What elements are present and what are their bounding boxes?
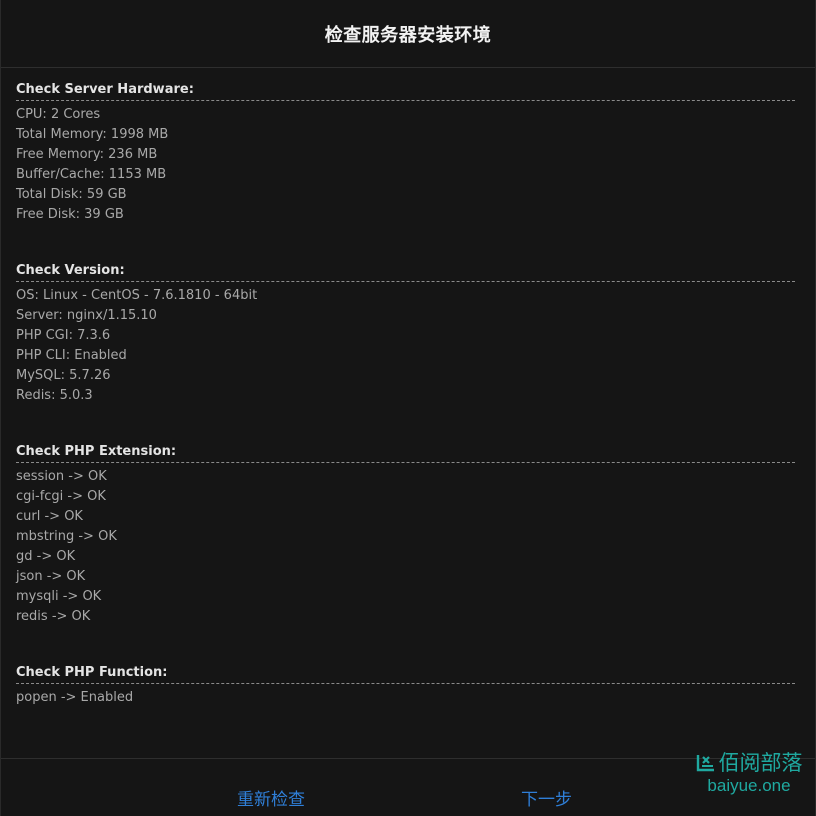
watermark-brand-row: 佰阅部落 bbox=[693, 750, 805, 776]
watermark-logo-icon bbox=[696, 755, 714, 772]
section-title: Check Version: bbox=[16, 263, 795, 282]
recheck-button[interactable]: 重新检查 bbox=[237, 785, 305, 810]
section-php-extension: Check PHP Extension: session -> OK cgi-f… bbox=[16, 444, 800, 627]
check-line: Redis: 5.0.3 bbox=[16, 388, 93, 403]
check-line: Server: nginx/1.15.10 bbox=[16, 308, 157, 323]
check-line: MySQL: 5.7.26 bbox=[16, 368, 111, 383]
watermark-brand: 佰阅部落 bbox=[718, 751, 803, 775]
check-line: Total Memory: 1998 MB bbox=[16, 127, 169, 142]
section-title: Check Server Hardware: bbox=[16, 82, 795, 101]
check-line: mysqli -> OK bbox=[16, 589, 102, 604]
check-line: curl -> OK bbox=[16, 509, 83, 524]
check-line: Total Disk: 59 GB bbox=[16, 187, 127, 202]
check-line: CPU: 2 Cores bbox=[16, 107, 101, 122]
check-line: cgi-fcgi -> OK bbox=[16, 489, 106, 504]
check-line: popen -> Enabled bbox=[16, 690, 134, 705]
section-php-function: Check PHP Function: popen -> Enabled bbox=[16, 665, 800, 708]
check-line: json -> OK bbox=[16, 569, 86, 584]
check-line: Free Disk: 39 GB bbox=[16, 207, 124, 222]
install-check-dialog: 检查服务器安装环境 Check Server Hardware: CPU: 2 … bbox=[0, 0, 816, 816]
section-title: Check PHP Function: bbox=[16, 665, 795, 684]
check-content: Check Server Hardware: CPU: 2 Cores Tota… bbox=[1, 68, 815, 758]
check-line: PHP CLI: Enabled bbox=[16, 348, 127, 363]
check-line: mbstring -> OK bbox=[16, 529, 117, 544]
next-step-button[interactable]: 下一步 bbox=[521, 785, 572, 810]
check-line: session -> OK bbox=[16, 469, 107, 484]
dialog-header: 检查服务器安装环境 bbox=[1, 0, 815, 68]
check-line: Buffer/Cache: 1153 MB bbox=[16, 167, 167, 182]
watermark: 佰阅部落 baiyue.one bbox=[693, 750, 805, 796]
check-line: Free Memory: 236 MB bbox=[16, 147, 158, 162]
watermark-url: baiyue.one bbox=[707, 776, 791, 795]
section-version: Check Version: OS: Linux - CentOS - 7.6.… bbox=[16, 263, 800, 406]
check-line: PHP CGI: 7.3.6 bbox=[16, 328, 111, 343]
section-hardware: Check Server Hardware: CPU: 2 Cores Tota… bbox=[16, 82, 800, 225]
check-line: OS: Linux - CentOS - 7.6.1810 - 64bit bbox=[16, 288, 258, 303]
check-line: gd -> OK bbox=[16, 549, 76, 564]
dialog-title: 检查服务器安装环境 bbox=[324, 24, 492, 46]
check-line: redis -> OK bbox=[16, 609, 91, 624]
section-title: Check PHP Extension: bbox=[16, 444, 795, 463]
